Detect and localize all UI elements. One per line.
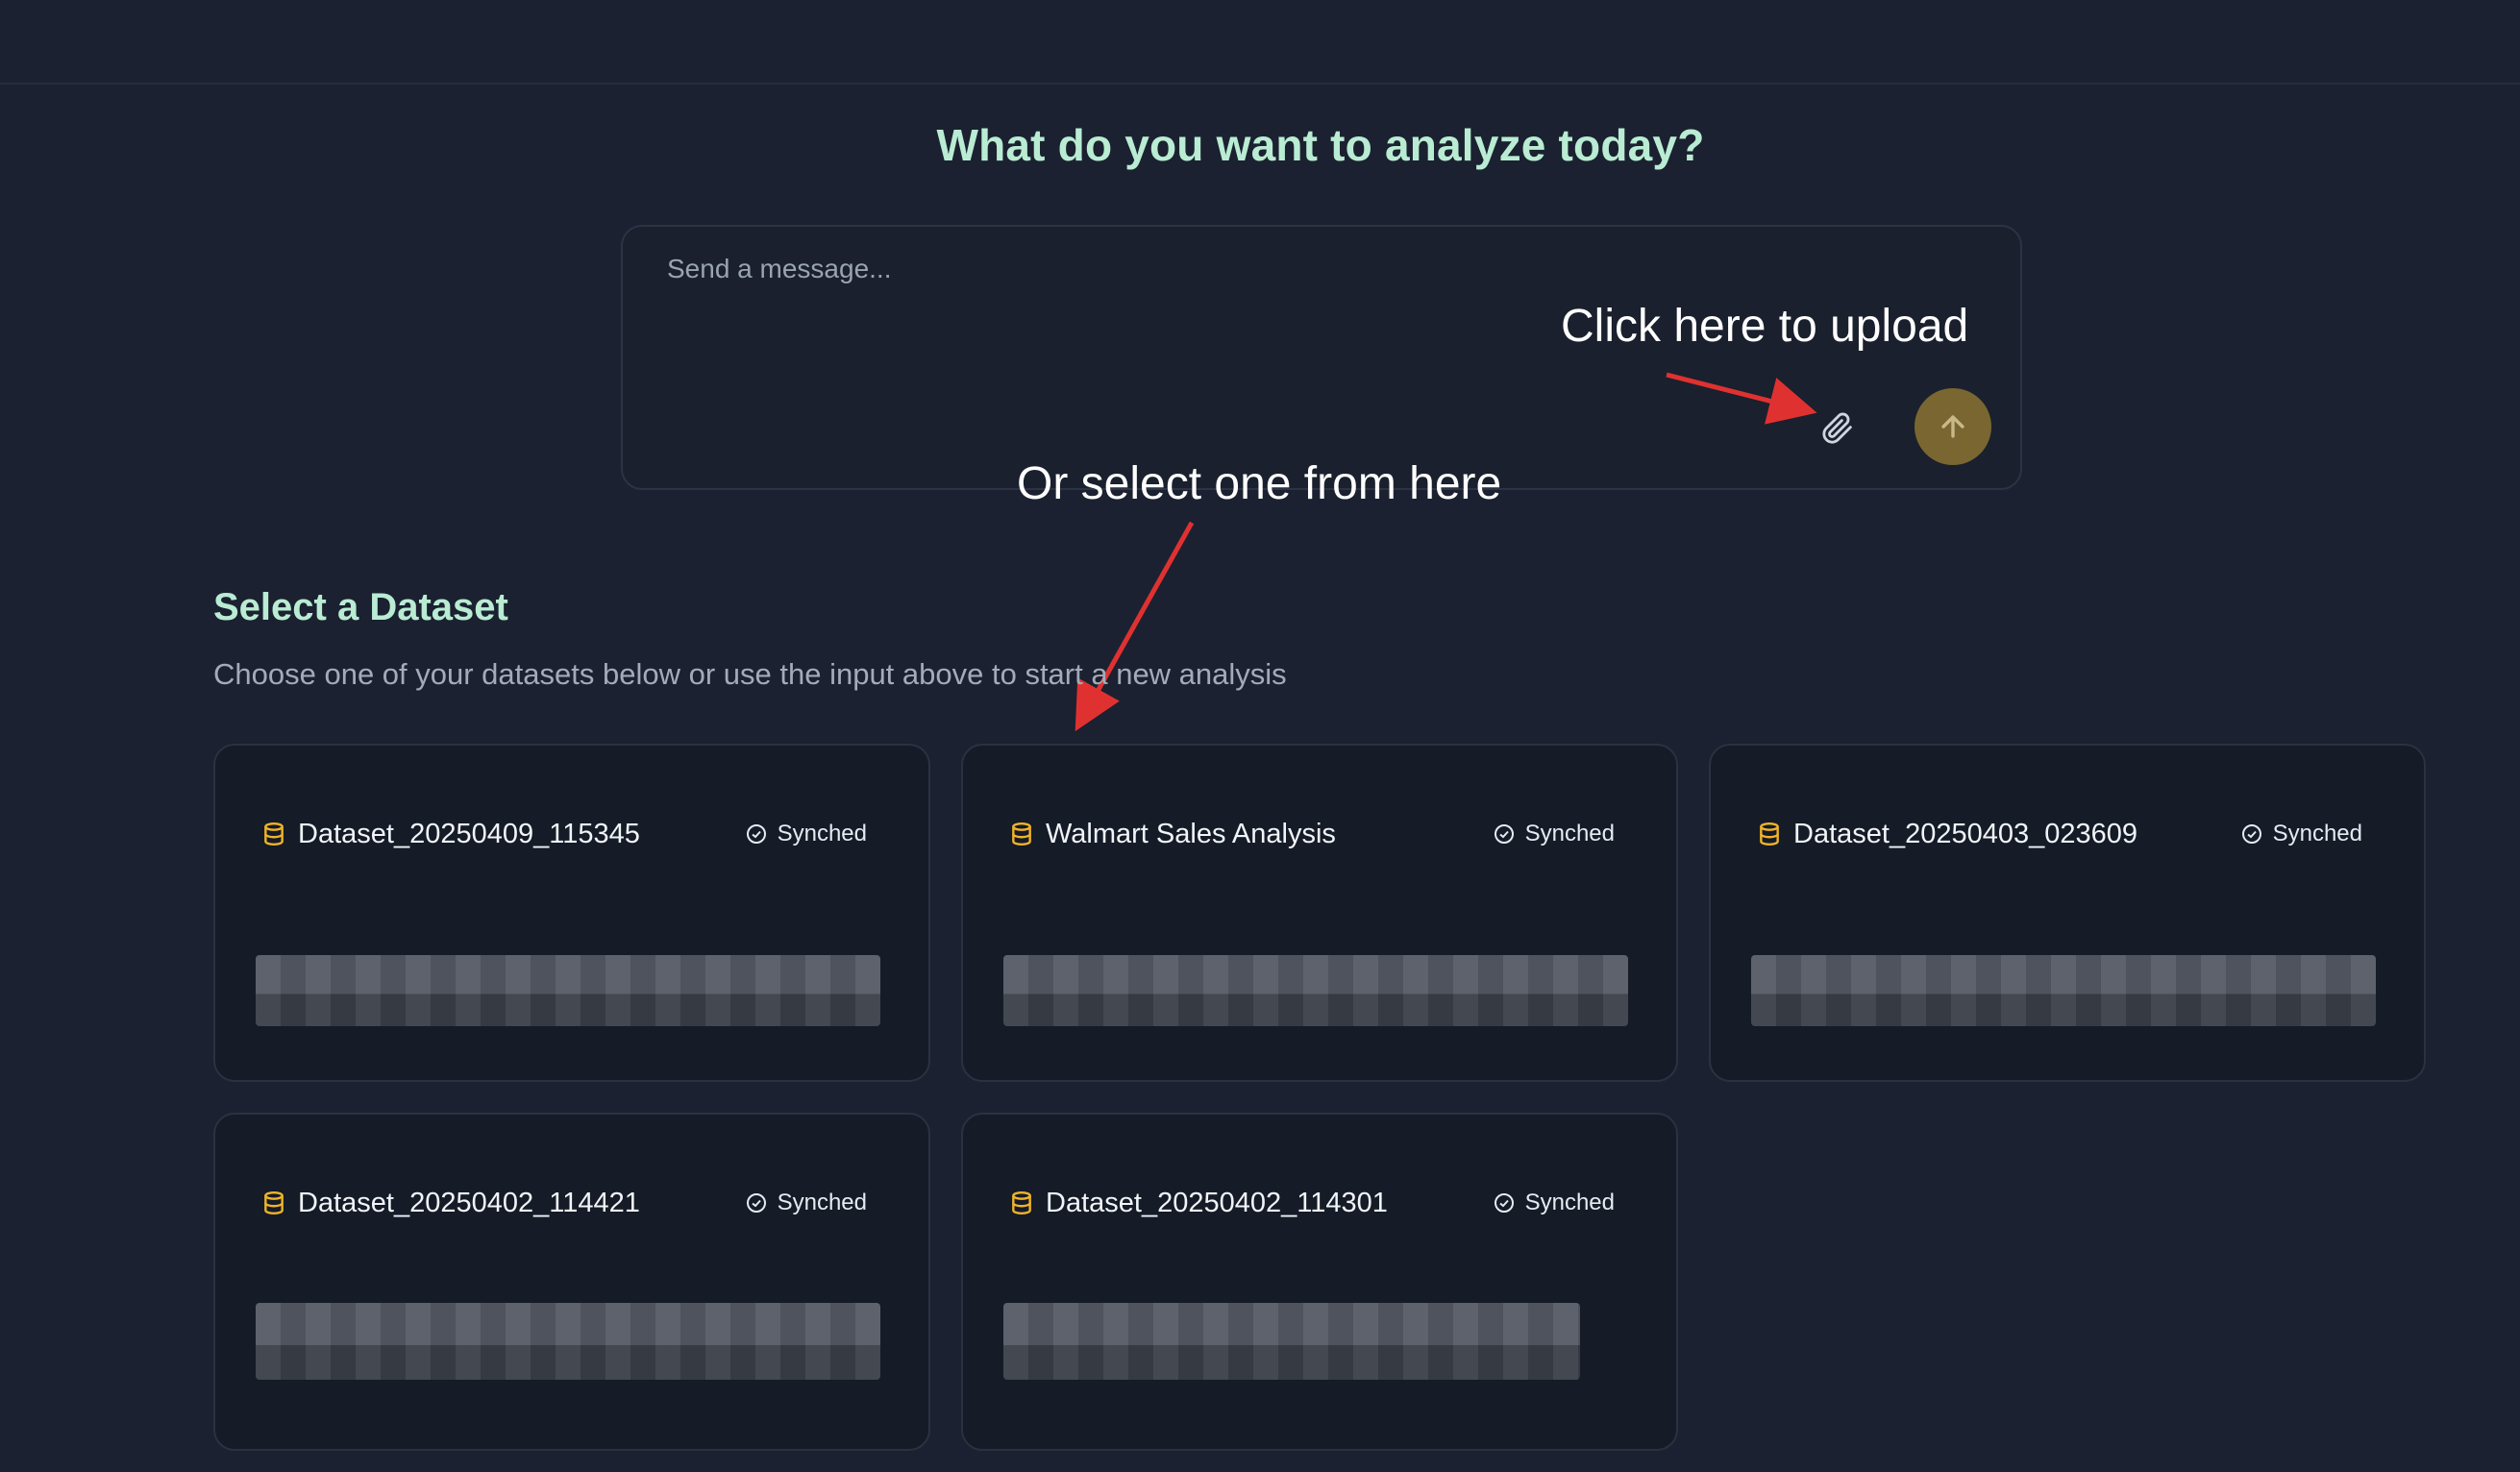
dataset-name: Dataset_20250409_115345 [298, 818, 640, 849]
check-circle-icon [746, 824, 766, 844]
status-badge: Synched [1493, 1190, 1615, 1216]
message-composer [621, 225, 2022, 490]
redacted-description [1751, 955, 2376, 1026]
attach-file-button[interactable] [1811, 402, 1865, 455]
status-badge: Synched [745, 1190, 867, 1216]
check-circle-icon [1494, 824, 1514, 844]
redacted-description [256, 1303, 880, 1380]
select-annotation: Or select one from here [1017, 458, 1502, 509]
status-label: Synched [2272, 821, 2362, 846]
check-circle-icon [2241, 824, 2261, 844]
dataset-card[interactable]: Dataset_20250403_023609 Synched [1709, 744, 2426, 1082]
status-badge: Synched [2240, 821, 2362, 847]
database-icon [264, 1190, 284, 1215]
dataset-name: Dataset_20250402_114421 [298, 1187, 640, 1218]
send-button[interactable] [1915, 388, 1991, 465]
section-title: Select a Dataset [213, 586, 508, 628]
dataset-card[interactable]: Walmart Sales Analysis Synched [961, 744, 1678, 1082]
section-subtitle: Choose one of your datasets below or use… [213, 657, 1287, 691]
redacted-description [1003, 955, 1628, 1026]
redacted-description [256, 955, 880, 1026]
paperclip-icon [1822, 412, 1852, 444]
dataset-grid: Dataset_20250409_115345 Synched Walmart … [213, 744, 2428, 1451]
top-bar [0, 0, 2520, 85]
status-label: Synched [1524, 821, 1615, 846]
dataset-card[interactable]: Dataset_20250409_115345 Synched [213, 744, 930, 1082]
dataset-name: Dataset_20250402_114301 [1046, 1187, 1388, 1218]
page-headline: What do you want to analyze today? [936, 120, 1705, 170]
dataset-name: Dataset_20250403_023609 [1793, 818, 2137, 849]
redacted-description [1003, 1303, 1580, 1380]
dataset-card[interactable]: Dataset_20250402_114421 Synched [213, 1113, 930, 1451]
dataset-card[interactable]: Dataset_20250402_114301 Synched [961, 1113, 1678, 1451]
status-label: Synched [1524, 1190, 1615, 1215]
arrow-up-icon [1941, 415, 1964, 438]
database-icon [1012, 1190, 1031, 1215]
status-label: Synched [777, 821, 867, 846]
check-circle-icon [1494, 1193, 1514, 1213]
status-badge: Synched [1493, 821, 1615, 847]
database-icon [1012, 822, 1031, 846]
database-icon [264, 822, 284, 846]
upload-annotation: Click here to upload [1561, 301, 1969, 352]
database-icon [1760, 822, 1779, 846]
dataset-name: Walmart Sales Analysis [1046, 818, 1336, 849]
check-circle-icon [746, 1193, 766, 1213]
status-label: Synched [777, 1190, 867, 1215]
status-badge: Synched [745, 821, 867, 847]
